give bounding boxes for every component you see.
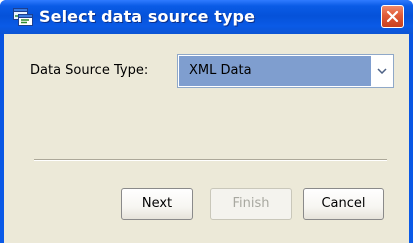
separator <box>34 159 387 161</box>
data-source-icon <box>13 8 33 26</box>
next-button[interactable]: Next <box>121 188 193 220</box>
dropdown-button[interactable] <box>372 56 392 86</box>
dialog-window: Select data source type Data Source Type… <box>0 0 413 243</box>
finish-button: Finish <box>210 188 292 220</box>
close-button[interactable] <box>381 5 404 28</box>
dialog-title: Select data source type <box>39 7 256 26</box>
data-source-type-label: Data Source Type: <box>30 63 149 78</box>
cancel-button[interactable]: Cancel <box>303 188 384 220</box>
title-bar[interactable]: Select data source type <box>0 0 413 34</box>
data-source-type-dropdown[interactable]: XML Data <box>177 54 394 88</box>
data-source-type-value[interactable]: XML Data <box>179 56 371 86</box>
